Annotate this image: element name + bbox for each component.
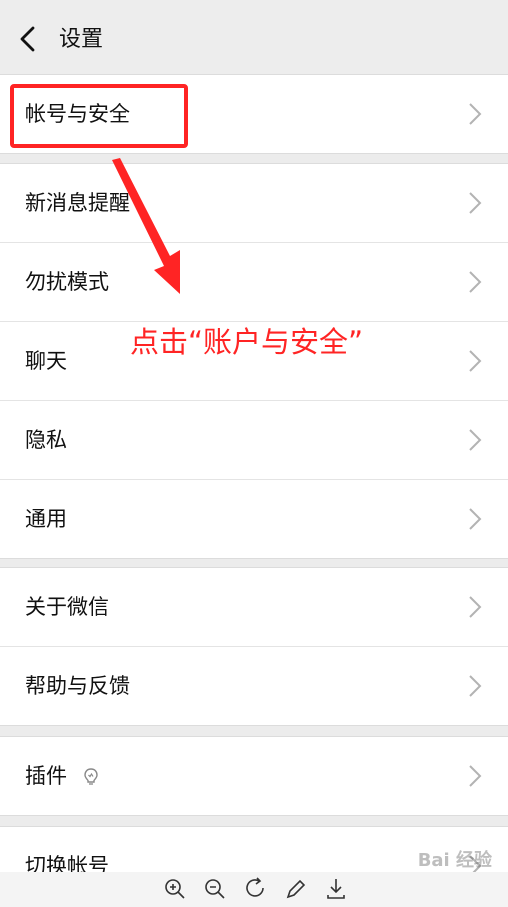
chevron-right-icon bbox=[469, 103, 482, 125]
edit-icon[interactable] bbox=[283, 876, 309, 902]
chevron-right-icon bbox=[469, 675, 482, 697]
chevron-right-icon bbox=[469, 192, 482, 214]
download-icon[interactable] bbox=[323, 876, 349, 902]
watermark: Bai 经验 bbox=[417, 850, 492, 871]
settings-item-general[interactable]: 通用 bbox=[0, 480, 508, 558]
annotation-text: 点击“账户与安全” bbox=[130, 325, 364, 359]
settings-item-do-not-disturb[interactable]: 勿扰模式 bbox=[0, 243, 508, 322]
header: 设置 bbox=[0, 0, 508, 75]
settings-item-label: 关于微信 bbox=[25, 595, 109, 619]
settings-item-label: 帮助与反馈 bbox=[25, 674, 130, 698]
settings-item-about-wechat[interactable]: 关于微信 bbox=[0, 568, 508, 647]
back-icon[interactable] bbox=[14, 24, 44, 54]
settings-item-label: 聊天 bbox=[25, 349, 67, 373]
settings-item-plugins[interactable]: 插件 bbox=[0, 737, 508, 815]
highlight-box bbox=[10, 84, 188, 148]
settings-item-label: 勿扰模式 bbox=[25, 270, 109, 294]
zoom-out-icon[interactable] bbox=[202, 876, 228, 902]
chevron-right-icon bbox=[469, 429, 482, 451]
lightbulb-icon bbox=[84, 768, 98, 785]
chevron-right-icon bbox=[469, 596, 482, 618]
settings-group-plugins: 插件 bbox=[0, 736, 508, 816]
settings-item-label: 隐私 bbox=[25, 428, 67, 452]
chevron-right-icon bbox=[469, 350, 482, 372]
rotate-icon[interactable] bbox=[243, 876, 269, 902]
arrow-icon bbox=[112, 158, 180, 294]
settings-item-label: 插件 bbox=[25, 764, 67, 788]
zoom-in-icon[interactable] bbox=[162, 876, 188, 902]
chevron-right-icon bbox=[469, 271, 482, 293]
settings-item-label: 通用 bbox=[25, 507, 67, 531]
settings-item-notifications[interactable]: 新消息提醒 bbox=[0, 164, 508, 243]
settings-item-privacy[interactable]: 隐私 bbox=[0, 401, 508, 480]
chevron-right-icon bbox=[469, 508, 482, 530]
settings-group-about: 关于微信 帮助与反馈 bbox=[0, 567, 508, 726]
page-title: 设置 bbox=[59, 27, 104, 52]
bottom-toolbar bbox=[0, 872, 508, 907]
chevron-right-icon bbox=[469, 765, 482, 787]
settings-item-help-feedback[interactable]: 帮助与反馈 bbox=[0, 647, 508, 725]
